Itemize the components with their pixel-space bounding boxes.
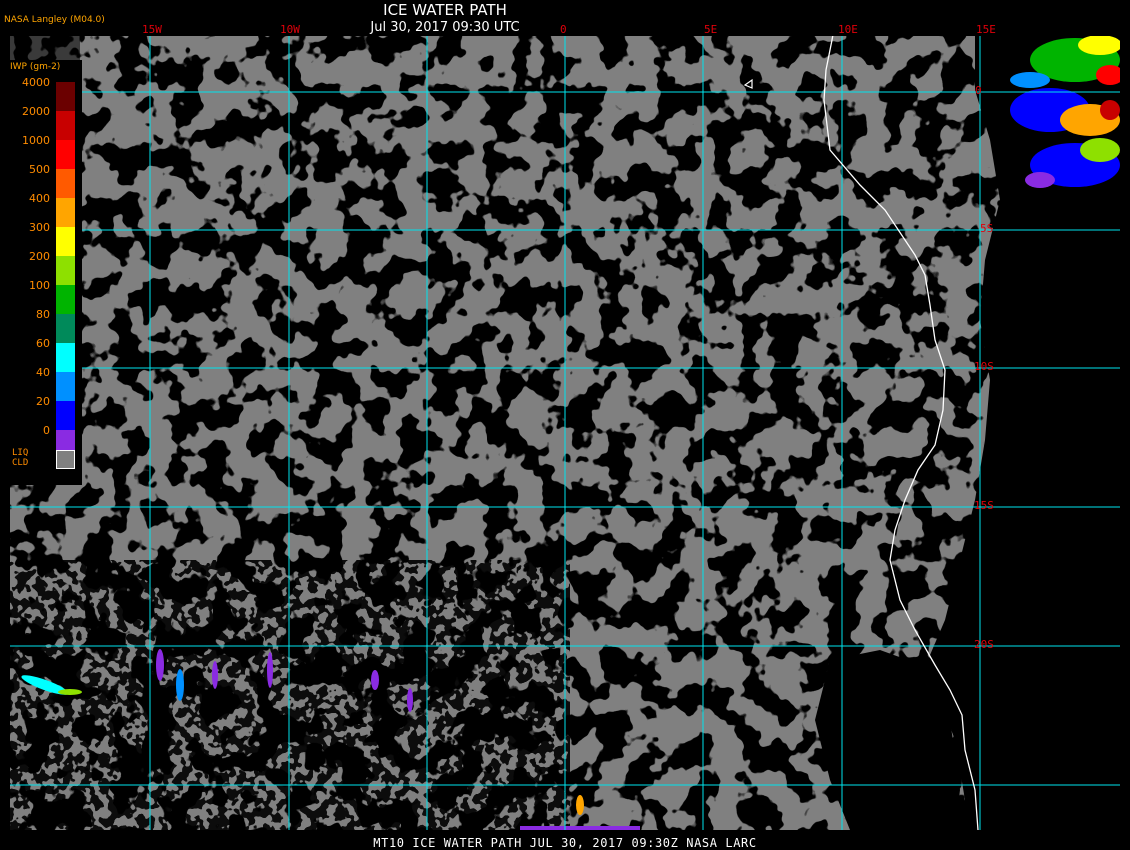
legend-tick: 80 xyxy=(36,308,50,321)
lon-label-15e: 15E xyxy=(976,23,996,36)
liquid-cloud-swatch xyxy=(56,450,75,469)
legend-swatch xyxy=(56,372,75,401)
legend-swatch xyxy=(56,285,75,314)
lon-label-0: 0 xyxy=(560,23,567,36)
lon-label-15w: 15W xyxy=(142,23,162,36)
legend-tick: 2000 xyxy=(22,105,50,118)
satellite-map xyxy=(10,36,1120,830)
lat-label-0: 0 xyxy=(975,84,982,97)
fine-texture xyxy=(10,560,570,830)
legend-swatch xyxy=(56,256,75,285)
footer-caption: MT10 ICE WATER PATH JUL 30, 2017 09:30Z … xyxy=(373,836,757,850)
legend-swatch xyxy=(56,198,75,227)
lon-label-10e: 10E xyxy=(838,23,858,36)
lon-label-5e: 5E xyxy=(704,23,718,36)
legend-swatch xyxy=(56,140,75,169)
legend-tick: 60 xyxy=(36,337,50,350)
legend-tick: 100 xyxy=(29,279,50,292)
legend-swatch xyxy=(56,343,75,372)
liquid-label-line2: CLD xyxy=(12,458,29,468)
legend-tick: 300 xyxy=(29,221,50,234)
map-timestamp: Jul 30, 2017 09:30 UTC xyxy=(370,20,520,35)
map-title: ICE WATER PATH xyxy=(383,1,507,19)
legend-tick: 40 xyxy=(36,366,50,379)
lon-label-10w: 10W xyxy=(280,23,300,36)
legend-swatch xyxy=(56,169,75,198)
lat-label-5s: 5S xyxy=(980,222,994,235)
liquid-label-line1: LIQ xyxy=(12,448,29,458)
liquid-cloud-label: LIQ CLD xyxy=(12,448,28,468)
legend-tick: 500 xyxy=(29,163,50,176)
legend-tick: 200 xyxy=(29,250,50,263)
legend-swatch xyxy=(56,314,75,343)
lat-label-10s: 10S xyxy=(974,360,994,373)
lat-label-20s: 20S xyxy=(974,638,994,651)
legend-unit: IWP (gm-2) xyxy=(10,62,61,72)
color-legend: IWP (gm-2) 4000 2000 1000 500 400 300 200 100 80… xyxy=(8,60,82,485)
legend-tick: 0 xyxy=(43,424,50,437)
legend-tick: 4000 xyxy=(22,76,50,89)
lat-label-15s: 15S xyxy=(974,499,994,512)
legend-tick: 20 xyxy=(36,395,50,408)
legend-swatch xyxy=(56,227,75,256)
legend-swatch xyxy=(56,401,75,430)
legend-swatch xyxy=(56,82,75,111)
legend-tick: 400 xyxy=(29,192,50,205)
legend-swatch xyxy=(56,111,75,140)
legend-tick: 1000 xyxy=(22,134,50,147)
